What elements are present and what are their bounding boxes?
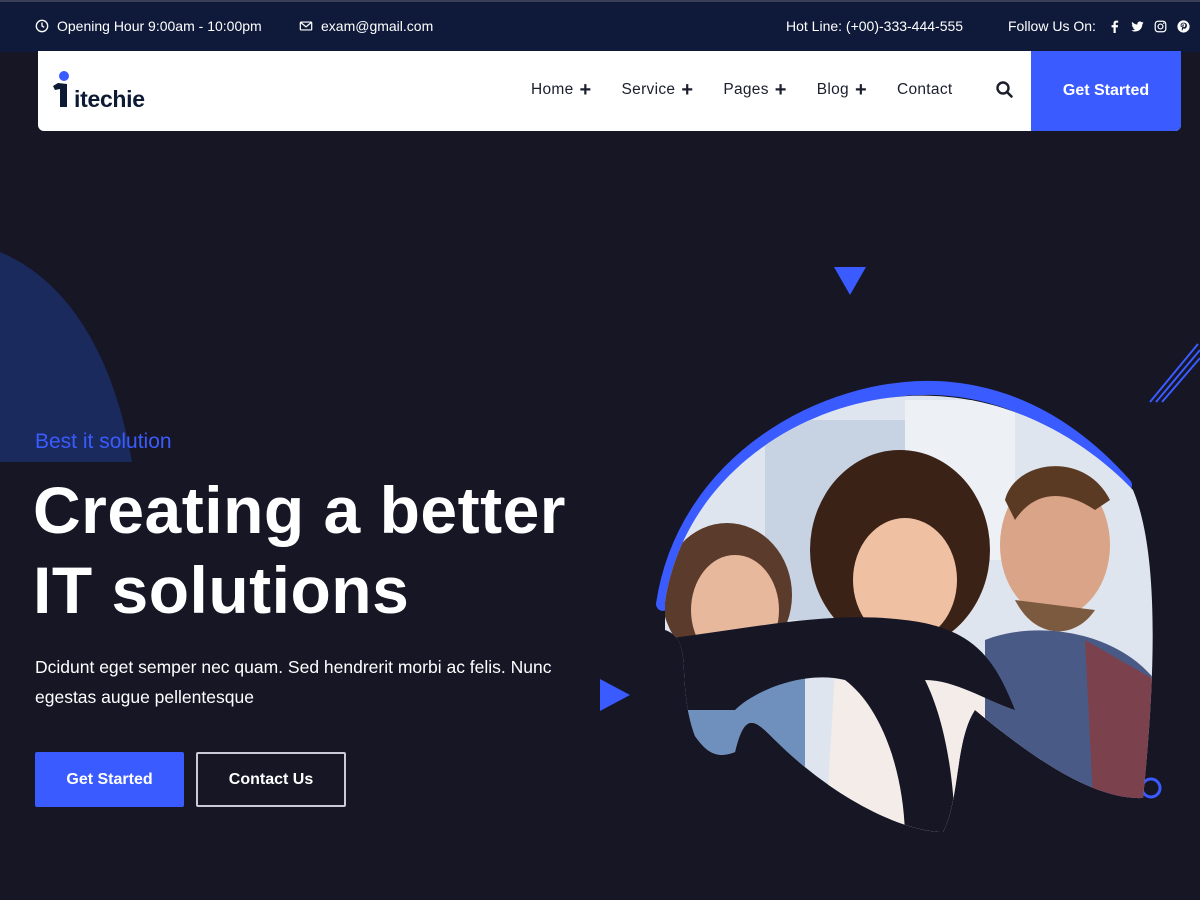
email-link[interactable]: exam@gmail.com (299, 18, 433, 34)
nav-item-label: Blog (816, 81, 849, 98)
hero-eyebrow: Best it solution (35, 430, 172, 453)
nav-menu: Home + Service + Pages + Blog + Contact (531, 78, 983, 101)
nav-item-service[interactable]: Service + (621, 78, 694, 101)
email-text: exam@gmail.com (321, 18, 434, 34)
plus-icon: + (681, 78, 694, 101)
nav-item-label: Contact (896, 81, 953, 98)
nav-item-label: Home (531, 81, 574, 98)
pinterest-icon[interactable] (1177, 19, 1190, 33)
envelope-icon (299, 21, 313, 31)
hero-description: Dcidunt eget semper nec quam. Sed hendre… (35, 657, 552, 707)
plus-icon: + (774, 78, 787, 101)
instagram-icon[interactable] (1154, 20, 1167, 33)
top-info-bar: Opening Hour 9:00am - 10:00pm exam@gmail… (0, 0, 1200, 52)
hero-get-started-button[interactable]: Get Started (35, 752, 184, 807)
plus-icon: + (579, 78, 592, 101)
logo[interactable]: itechie (52, 69, 145, 111)
twitter-icon[interactable] (1131, 20, 1144, 33)
hero-title-line1: Creating a better (33, 473, 566, 547)
follow-label: Follow Us On: (1008, 18, 1096, 34)
hero-title-line2: IT solutions (33, 553, 410, 627)
opening-hours-text: Opening Hour 9:00am - 10:00pm (57, 18, 262, 34)
logo-mark-icon (53, 71, 69, 107)
hotline-text: Hot Line: (+00)-333-444-555 (786, 18, 964, 34)
hero-title: Creating a better IT solutions (33, 470, 566, 630)
logo-text: itechie (74, 86, 145, 112)
nav-item-label: Pages (723, 81, 769, 98)
main-navbar: itechie Home + Service + Pages + Blog + … (38, 51, 1181, 131)
hero-image (656, 380, 1153, 832)
triangle-down-icon (834, 267, 866, 295)
nav-item-contact[interactable]: Contact (897, 81, 953, 99)
nav-item-label: Service (621, 81, 676, 98)
clock-icon (35, 19, 49, 33)
search-icon[interactable] (995, 80, 1015, 100)
nav-item-home[interactable]: Home + (531, 78, 592, 101)
hotline[interactable]: Hot Line: (+00)-333-444-555 (786, 18, 963, 34)
follow-us: Follow Us On: (1008, 18, 1190, 34)
plus-icon: + (854, 78, 867, 101)
opening-hours: Opening Hour 9:00am - 10:00pm (35, 18, 262, 34)
nav-get-started-button[interactable]: Get Started (1031, 51, 1181, 131)
social-links (1108, 19, 1190, 33)
facebook-icon[interactable] (1108, 20, 1121, 33)
hero-contact-us-button[interactable]: Contact Us (196, 752, 346, 807)
nav-item-pages[interactable]: Pages + (723, 78, 787, 101)
nav-item-blog[interactable]: Blog + (816, 78, 867, 101)
